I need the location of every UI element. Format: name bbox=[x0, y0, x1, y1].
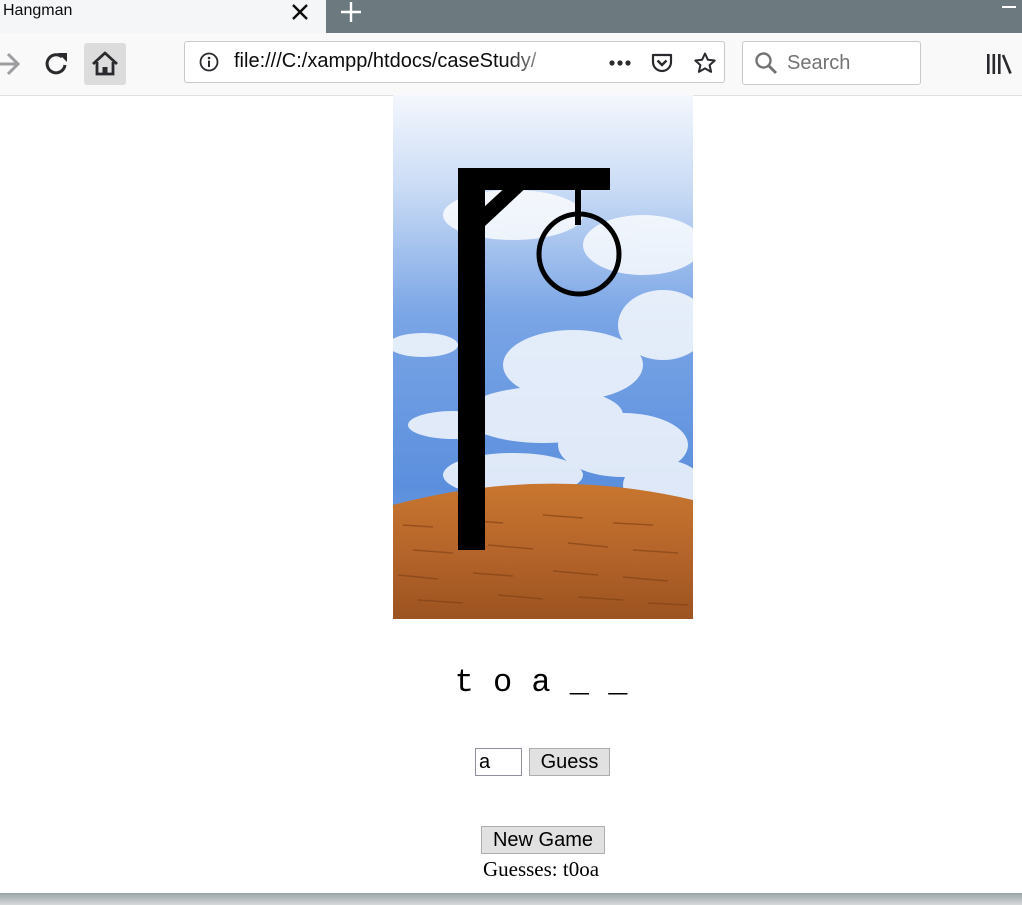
url-fade bbox=[505, 46, 565, 78]
tab-strip: Hangman bbox=[0, 0, 1022, 33]
star-icon[interactable] bbox=[693, 51, 717, 75]
library-icon[interactable] bbox=[986, 52, 1012, 76]
close-icon[interactable] bbox=[289, 1, 311, 23]
more-icon[interactable] bbox=[607, 53, 635, 73]
pocket-icon[interactable] bbox=[650, 51, 674, 75]
home-icon bbox=[92, 51, 118, 76]
navigation-toolbar: file:///C:/xampp/htdocs/caseStudy/ bbox=[0, 33, 1022, 96]
plus-icon[interactable] bbox=[339, 0, 363, 24]
tab-title: Hangman bbox=[3, 2, 73, 19]
search-input[interactable] bbox=[787, 52, 912, 74]
info-icon[interactable] bbox=[199, 52, 219, 72]
reload-icon[interactable] bbox=[37, 44, 77, 84]
home-button[interactable] bbox=[84, 43, 126, 85]
window-bottom-edge bbox=[0, 893, 1022, 905]
search-bar[interactable] bbox=[742, 41, 921, 85]
guesses-text: Guesses: t0oa bbox=[482, 857, 600, 881]
address-bar[interactable]: file:///C:/xampp/htdocs/caseStudy/ bbox=[184, 41, 725, 83]
guess-input[interactable] bbox=[475, 748, 522, 776]
arrow-right-icon[interactable] bbox=[0, 44, 30, 84]
hangman-gallows-image bbox=[393, 95, 693, 619]
tab-hangman[interactable]: Hangman bbox=[0, 0, 326, 33]
search-icon bbox=[755, 52, 777, 74]
minimize-icon[interactable] bbox=[1002, 6, 1016, 8]
new-game-button[interactable]: New Game bbox=[481, 826, 605, 854]
word-display: t o a _ _ bbox=[454, 664, 628, 701]
guess-button[interactable]: Guess bbox=[529, 748, 610, 776]
